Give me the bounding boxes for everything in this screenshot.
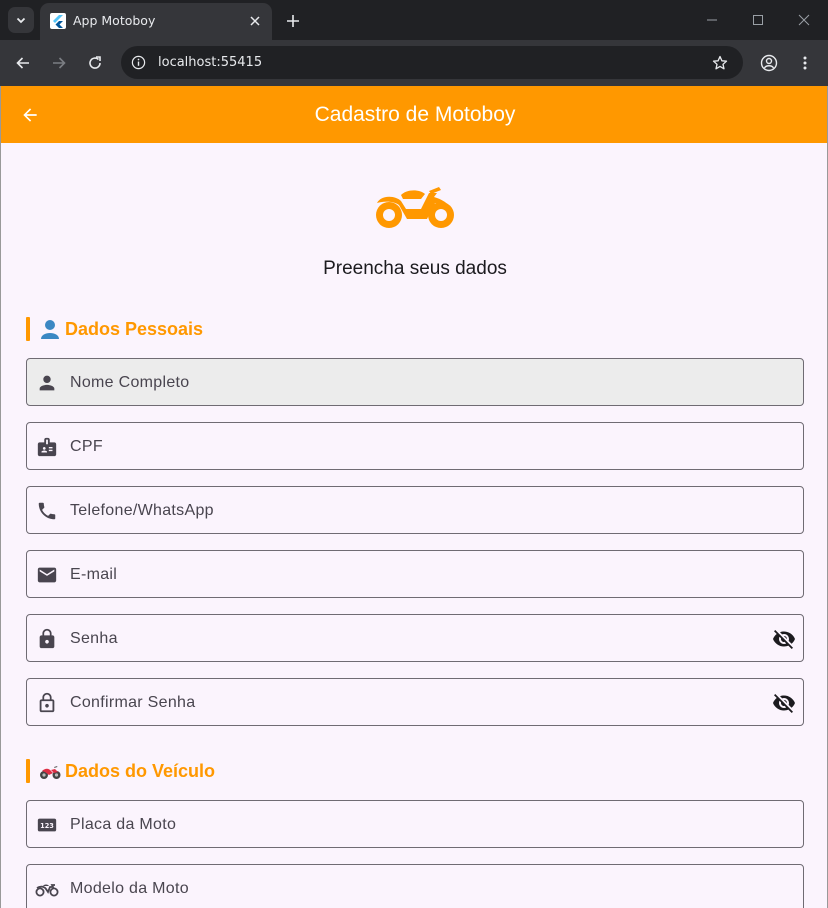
bookmark-button[interactable]	[710, 53, 729, 72]
section-title: Dados Pessoais	[65, 319, 204, 339]
flutter-icon	[50, 13, 66, 29]
visibility-off-icon	[773, 630, 795, 649]
minimize-icon	[707, 19, 717, 21]
field-label: E-mail	[70, 566, 118, 583]
field-label: Modelo da Moto	[70, 880, 189, 897]
browser-toolbar: localhost:55415	[0, 40, 828, 86]
tab-search-button[interactable]	[8, 7, 34, 33]
maximize-button[interactable]	[746, 8, 770, 32]
section-header-personal: Dados Pessoais	[26, 317, 226, 341]
person-emoji	[41, 320, 59, 339]
person-icon	[35, 371, 59, 395]
motorcycle-icon	[35, 877, 59, 901]
profile-button[interactable]	[756, 50, 782, 76]
field-label: CPF	[70, 438, 103, 455]
field-label: Confirmar Senha	[70, 694, 196, 711]
close-window-button[interactable]	[792, 8, 816, 32]
info-icon	[131, 55, 146, 70]
visibility-off-icon	[773, 694, 795, 713]
badge-icon	[35, 435, 59, 459]
page-title: Cadastro de Motoboy	[314, 103, 516, 126]
telefone-field[interactable]: Telefone/WhatsApp	[26, 486, 804, 534]
star-icon	[712, 55, 727, 69]
pin-123-icon: 123	[35, 813, 59, 837]
tab-close-button[interactable]	[246, 12, 264, 30]
toggle-confirm-password-visibility-button[interactable]	[772, 691, 796, 715]
browser-menu-button[interactable]	[792, 50, 818, 76]
section-accent-bar	[26, 317, 30, 341]
forward-nav-button[interactable]	[46, 50, 72, 76]
form-subtitle: Preencha seus dados	[323, 258, 507, 279]
motorcycle-emoji	[40, 766, 61, 779]
app-viewport: Cadastro de Motoboy Preencha seus dados …	[0, 86, 828, 908]
more-vert-icon	[803, 56, 807, 70]
maximize-icon	[753, 15, 763, 25]
field-label: Senha	[70, 630, 118, 647]
section-accent-bar	[26, 759, 30, 783]
close-icon	[250, 16, 260, 26]
senha-field[interactable]: Senha	[26, 614, 804, 662]
lock-icon	[35, 627, 59, 651]
section-title: Dados do Veículo	[65, 761, 216, 781]
reload-icon	[89, 56, 101, 69]
toggle-password-visibility-button[interactable]	[772, 627, 796, 651]
cpf-field[interactable]: CPF	[26, 422, 804, 470]
mail-icon	[35, 563, 59, 587]
arrow-left-icon	[16, 57, 29, 69]
field-label: Telefone/WhatsApp	[70, 502, 214, 519]
email-field[interactable]: E-mail	[26, 550, 804, 598]
minimize-button[interactable]	[700, 8, 724, 32]
phone-icon	[35, 499, 59, 523]
browser-tab[interactable]: App Motoboy	[40, 3, 272, 40]
section-header-vehicle: Dados do Veículo	[26, 759, 246, 783]
svg-text:123: 123	[40, 822, 54, 830]
browser-tabstrip: App Motoboy	[0, 0, 828, 40]
nome-completo-field[interactable]: Nome Completo	[26, 358, 804, 406]
back-nav-button[interactable]	[10, 50, 36, 76]
field-label: Nome Completo	[70, 374, 190, 391]
plus-icon	[287, 15, 299, 27]
close-icon	[798, 14, 810, 26]
confirmar-senha-field[interactable]: Confirmar Senha	[26, 678, 804, 726]
placa-field[interactable]: 123 Placa da Moto	[26, 800, 804, 848]
reload-button[interactable]	[82, 50, 108, 76]
site-info-button[interactable]	[129, 53, 148, 72]
app-bar: Cadastro de Motoboy	[1, 86, 827, 143]
url-text: localhost:55415	[158, 55, 263, 70]
arrow-right-icon	[53, 57, 66, 69]
lock-outline-icon	[35, 691, 59, 715]
field-label: Placa da Moto	[70, 816, 177, 833]
address-bar[interactable]: localhost:55415	[121, 46, 743, 79]
new-tab-button[interactable]	[281, 9, 305, 33]
modelo-field[interactable]: Modelo da Moto	[26, 864, 804, 908]
account-circle-icon	[760, 54, 778, 72]
tab-title: App Motoboy	[73, 13, 156, 28]
chevron-down-icon	[16, 17, 26, 24]
motorcycle-icon	[376, 187, 454, 228]
